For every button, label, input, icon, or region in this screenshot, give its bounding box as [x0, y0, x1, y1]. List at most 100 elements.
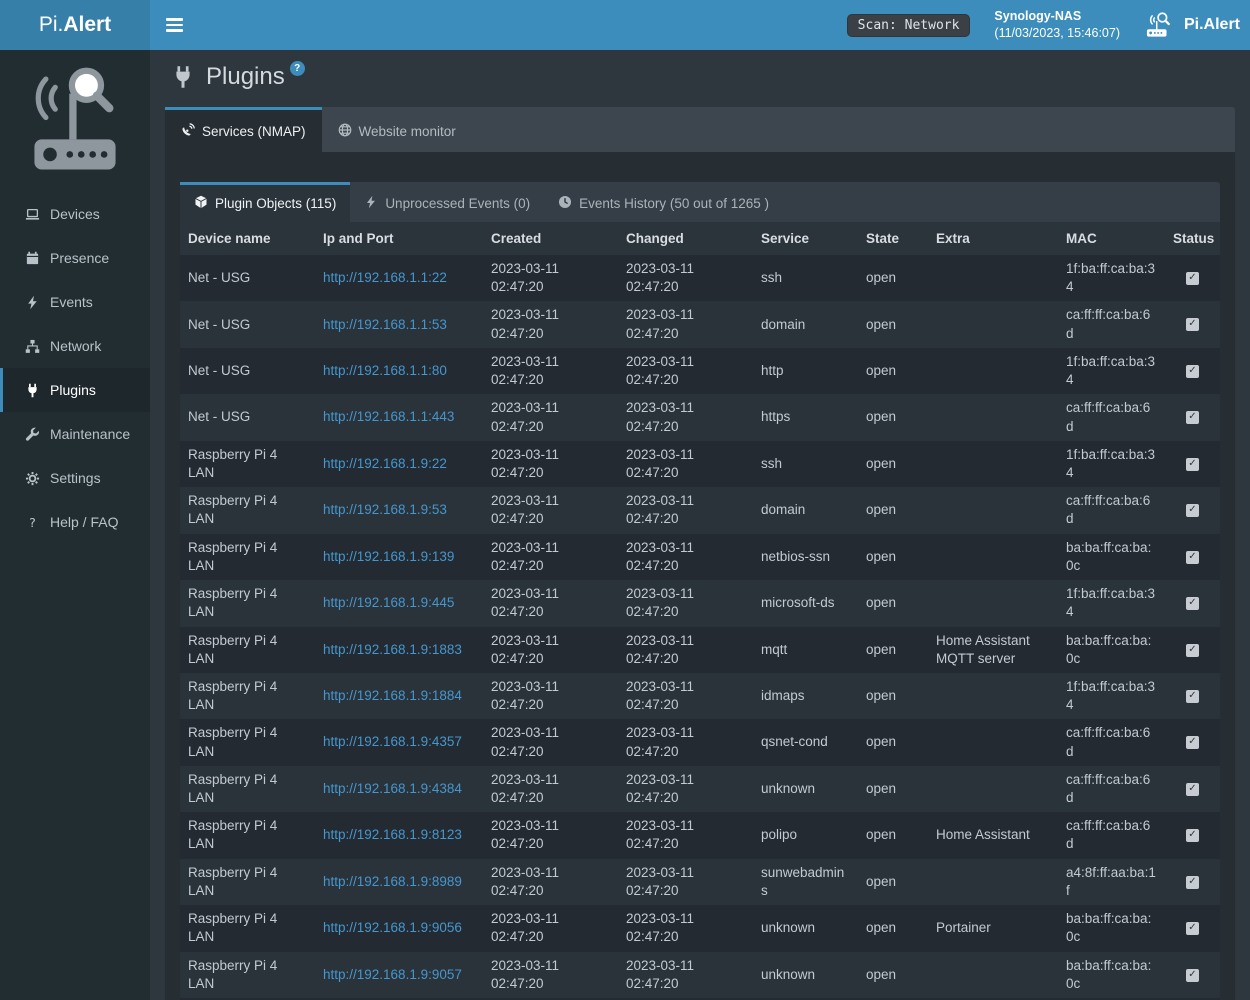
tab-website-monitor[interactable]: Website monitor	[322, 107, 472, 152]
ip-port-link[interactable]: http://192.168.1.9:53	[323, 502, 447, 517]
column-header-status[interactable]: Status	[1165, 222, 1220, 255]
top-navbar: Scan: Network Synology-NAS (11/03/2023, …	[150, 0, 1250, 50]
tab-services-nmap[interactable]: Services (NMAP)	[165, 107, 322, 152]
column-header-device-name[interactable]: Device name	[180, 222, 315, 255]
cell-device-name: Raspberry Pi 4 LAN	[180, 580, 315, 626]
sidebar: Devices Presence Events Network Plugins …	[0, 50, 150, 1000]
sidebar-item-label: Settings	[50, 470, 101, 486]
ip-port-link[interactable]: http://192.168.1.9:8989	[323, 874, 462, 889]
ip-port-link[interactable]: http://192.168.1.9:445	[323, 595, 454, 610]
cell-changed: 2023-03-11 02:47:20	[618, 673, 753, 719]
scan-status-badge: Scan: Network	[847, 14, 971, 37]
sidebar-item-devices[interactable]: Devices	[0, 192, 150, 236]
ip-port-link[interactable]: http://192.168.1.9:9057	[323, 967, 462, 982]
ip-port-link[interactable]: http://192.168.1.9:9056	[323, 920, 462, 935]
status-checkbox[interactable]	[1186, 922, 1199, 935]
table-row: Raspberry Pi 4 LAN http://192.168.1.9:90…	[180, 952, 1220, 998]
status-checkbox[interactable]	[1186, 690, 1199, 703]
ip-port-link[interactable]: http://192.168.1.9:4357	[323, 734, 462, 749]
sidebar-item-network[interactable]: Network	[0, 324, 150, 368]
tab-events-history-50-out-of-1265[interactable]: Events History (50 out of 1265 )	[544, 182, 783, 222]
column-header-service[interactable]: Service	[753, 222, 858, 255]
cell-device-name: Net - USG	[180, 301, 315, 347]
cell-extra	[928, 719, 1058, 765]
ip-port-link[interactable]: http://192.168.1.9:1884	[323, 688, 462, 703]
status-checkbox[interactable]	[1186, 736, 1199, 749]
table-row: Net - USG http://192.168.1.1:53 2023-03-…	[180, 301, 1220, 347]
status-checkbox[interactable]	[1186, 597, 1199, 610]
status-checkbox[interactable]	[1186, 829, 1199, 842]
hamburger-icon	[166, 18, 183, 21]
table-row: Raspberry Pi 4 LAN http://192.168.1.9:44…	[180, 580, 1220, 626]
status-checkbox[interactable]	[1186, 318, 1199, 331]
ip-port-link[interactable]: http://192.168.1.1:443	[323, 409, 454, 424]
ip-port-link[interactable]: http://192.168.1.9:22	[323, 456, 447, 471]
sidebar-item-label: Network	[50, 338, 101, 354]
sidebar-item-label: Help / FAQ	[50, 514, 118, 530]
column-header-ip-and-port[interactable]: Ip and Port	[315, 222, 483, 255]
cell-mac: ca:ff:ff:ca:ba:6d	[1058, 812, 1165, 858]
cell-extra: Home Assistant MQTT server	[928, 627, 1058, 673]
column-header-mac[interactable]: MAC	[1058, 222, 1165, 255]
clock-icon	[558, 195, 572, 212]
cell-service: mqtt	[753, 627, 858, 673]
cell-created: 2023-03-11 02:47:20	[483, 301, 618, 347]
status-checkbox[interactable]	[1186, 783, 1199, 796]
status-checkbox[interactable]	[1186, 458, 1199, 471]
column-header-created[interactable]: Created	[483, 222, 618, 255]
cell-extra	[928, 441, 1058, 487]
sidebar-toggle-button[interactable]	[150, 0, 198, 50]
tab-unprocessed-events-0[interactable]: Unprocessed Events (0)	[350, 182, 544, 222]
ip-port-link[interactable]: http://192.168.1.9:139	[323, 549, 454, 564]
table-row: Raspberry Pi 4 LAN http://192.168.1.9:89…	[180, 859, 1220, 905]
ip-port-link[interactable]: http://192.168.1.1:22	[323, 270, 447, 285]
cell-extra	[928, 766, 1058, 812]
sidebar-item-events[interactable]: Events	[0, 280, 150, 324]
ip-port-link[interactable]: http://192.168.1.1:80	[323, 363, 447, 378]
cell-changed: 2023-03-11 02:47:20	[618, 301, 753, 347]
sidebar-item-maintenance[interactable]: Maintenance	[0, 412, 150, 456]
column-header-state[interactable]: State	[858, 222, 928, 255]
cell-state: open	[858, 580, 928, 626]
cell-mac: 1f:ba:ff:ca:ba:34	[1058, 673, 1165, 719]
table-row: Raspberry Pi 4 LAN http://192.168.1.9:13…	[180, 534, 1220, 580]
cell-service: https	[753, 394, 858, 440]
status-checkbox[interactable]	[1186, 969, 1199, 982]
cell-service: unknown	[753, 952, 858, 998]
status-checkbox[interactable]	[1186, 504, 1199, 517]
tab-plugin-objects-115[interactable]: Plugin Objects (115)	[180, 182, 350, 222]
table-row: Net - USG http://192.168.1.1:80 2023-03-…	[180, 348, 1220, 394]
calendar-icon	[24, 250, 41, 267]
cell-state: open	[858, 673, 928, 719]
cell-service: domain	[753, 301, 858, 347]
ip-port-link[interactable]: http://192.168.1.9:4384	[323, 781, 462, 796]
status-checkbox[interactable]	[1186, 876, 1199, 889]
status-checkbox[interactable]	[1186, 365, 1199, 378]
status-checkbox[interactable]	[1186, 551, 1199, 564]
cell-service: domain	[753, 487, 858, 533]
cell-device-name: Raspberry Pi 4 LAN	[180, 905, 315, 951]
ip-port-link[interactable]: http://192.168.1.1:53	[323, 317, 447, 332]
sidebar-item-help-faq[interactable]: ? Help / FAQ	[0, 500, 150, 544]
app-logo[interactable]: Pi.Alert	[0, 0, 150, 50]
column-header-changed[interactable]: Changed	[618, 222, 753, 255]
page-title-text: Plugins	[206, 63, 285, 91]
column-header-extra[interactable]: Extra	[928, 222, 1058, 255]
sidebar-item-plugins[interactable]: Plugins	[0, 368, 150, 412]
cell-device-name: Raspberry Pi 4 LAN	[180, 441, 315, 487]
cell-created: 2023-03-11 02:47:20	[483, 441, 618, 487]
status-checkbox[interactable]	[1186, 411, 1199, 424]
ip-port-link[interactable]: http://192.168.1.9:8123	[323, 827, 462, 842]
cube-icon	[194, 195, 208, 212]
cell-changed: 2023-03-11 02:47:20	[618, 905, 753, 951]
table-row: Raspberry Pi 4 LAN http://192.168.1.9:18…	[180, 673, 1220, 719]
status-checkbox[interactable]	[1186, 272, 1199, 285]
help-badge[interactable]: ?	[290, 61, 305, 76]
sidebar-item-settings[interactable]: Settings	[0, 456, 150, 500]
cell-mac: 1f:ba:ff:ca:ba:34	[1058, 348, 1165, 394]
sitemap-icon	[24, 338, 41, 355]
sidebar-item-presence[interactable]: Presence	[0, 236, 150, 280]
ip-port-link[interactable]: http://192.168.1.9:1883	[323, 642, 462, 657]
plugins-box: Services (NMAP) Website monitor Plugin O…	[165, 107, 1235, 1000]
status-checkbox[interactable]	[1186, 644, 1199, 657]
